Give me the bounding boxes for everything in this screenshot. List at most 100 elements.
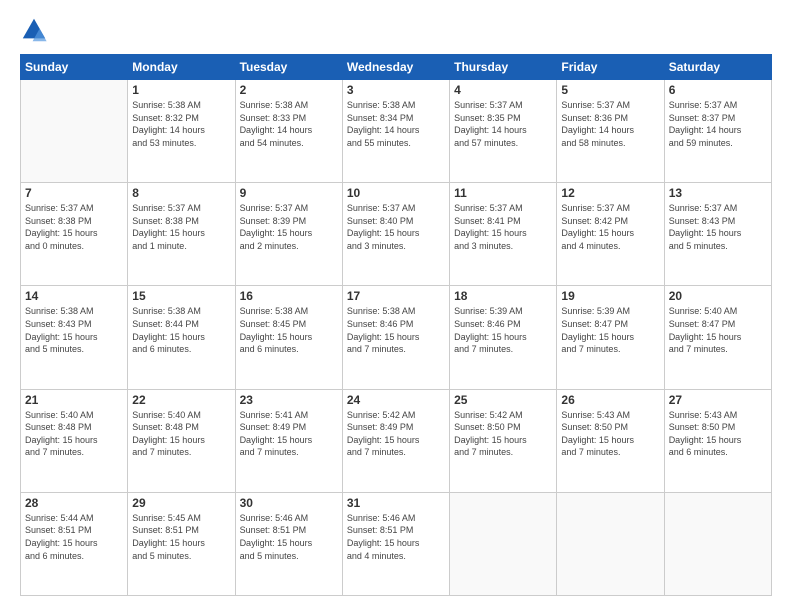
calendar-cell: 22 Sunrise: 5:40 AM Sunset: 8:48 PM Dayli… [128,389,235,492]
col-header-saturday: Saturday [664,55,771,80]
day-number: 16 [240,289,338,303]
calendar-cell: 19 Sunrise: 5:39 AM Sunset: 8:47 PM Dayli… [557,286,664,389]
day-number: 22 [132,393,230,407]
day-number: 11 [454,186,552,200]
day-info: Sunrise: 5:40 AM Sunset: 8:47 PM Dayligh… [669,305,767,355]
day-number: 29 [132,496,230,510]
day-number: 26 [561,393,659,407]
day-info: Sunrise: 5:38 AM Sunset: 8:44 PM Dayligh… [132,305,230,355]
day-info: Sunrise: 5:37 AM Sunset: 8:41 PM Dayligh… [454,202,552,252]
col-header-monday: Monday [128,55,235,80]
day-number: 30 [240,496,338,510]
day-number: 13 [669,186,767,200]
calendar-cell: 23 Sunrise: 5:41 AM Sunset: 8:49 PM Dayli… [235,389,342,492]
day-info: Sunrise: 5:42 AM Sunset: 8:49 PM Dayligh… [347,409,445,459]
day-info: Sunrise: 5:41 AM Sunset: 8:49 PM Dayligh… [240,409,338,459]
header [20,16,772,44]
logo [20,16,52,44]
calendar-week-2: 7 Sunrise: 5:37 AM Sunset: 8:38 PM Daylig… [21,183,772,286]
calendar-cell: 10Sunrise: 5:37 AM Sunset: 8:40 PM Dayli… [342,183,449,286]
day-number: 6 [669,83,767,97]
logo-icon [20,16,48,44]
day-number: 5 [561,83,659,97]
day-number: 7 [25,186,123,200]
day-number: 28 [25,496,123,510]
day-number: 24 [347,393,445,407]
day-info: Sunrise: 5:38 AM Sunset: 8:43 PM Dayligh… [25,305,123,355]
day-info: Sunrise: 5:38 AM Sunset: 8:45 PM Dayligh… [240,305,338,355]
day-number: 1 [132,83,230,97]
day-info: Sunrise: 5:37 AM Sunset: 8:36 PM Dayligh… [561,99,659,149]
calendar-cell: 5 Sunrise: 5:37 AM Sunset: 8:36 PM Daylig… [557,80,664,183]
col-header-friday: Friday [557,55,664,80]
calendar-week-5: 28 Sunrise: 5:44 AM Sunset: 8:51 PM Dayli… [21,492,772,595]
calendar-cell: 1 Sunrise: 5:38 AM Sunset: 8:32 PM Daylig… [128,80,235,183]
day-number: 21 [25,393,123,407]
calendar-cell: 8 Sunrise: 5:37 AM Sunset: 8:38 PM Daylig… [128,183,235,286]
calendar-cell: 20 Sunrise: 5:40 AM Sunset: 8:47 PM Dayli… [664,286,771,389]
day-number: 12 [561,186,659,200]
calendar-cell: 28 Sunrise: 5:44 AM Sunset: 8:51 PM Dayli… [21,492,128,595]
page: SundayMondayTuesdayWednesdayThursdayFrid… [0,0,792,612]
col-header-thursday: Thursday [450,55,557,80]
day-info: Sunrise: 5:46 AM Sunset: 8:51 PM Dayligh… [240,512,338,562]
day-info: Sunrise: 5:37 AM Sunset: 8:35 PM Dayligh… [454,99,552,149]
calendar-cell: 26Sunrise: 5:43 AM Sunset: 8:50 PM Dayli… [557,389,664,492]
day-info: Sunrise: 5:42 AM Sunset: 8:50 PM Dayligh… [454,409,552,459]
calendar-cell [557,492,664,595]
calendar-cell: 31 Sunrise: 5:46 AM Sunset: 8:51 PM Dayli… [342,492,449,595]
calendar-week-4: 21 Sunrise: 5:40 AM Sunset: 8:48 PM Dayli… [21,389,772,492]
day-number: 25 [454,393,552,407]
day-number: 3 [347,83,445,97]
day-info: Sunrise: 5:37 AM Sunset: 8:43 PM Dayligh… [669,202,767,252]
calendar-cell: 12 Sunrise: 5:37 AM Sunset: 8:42 PM Dayli… [557,183,664,286]
calendar-cell: 14Sunrise: 5:38 AM Sunset: 8:43 PM Dayli… [21,286,128,389]
calendar-cell [450,492,557,595]
day-number: 20 [669,289,767,303]
calendar-cell: 27 Sunrise: 5:43 AM Sunset: 8:50 PM Dayli… [664,389,771,492]
day-info: Sunrise: 5:38 AM Sunset: 8:46 PM Dayligh… [347,305,445,355]
day-info: Sunrise: 5:38 AM Sunset: 8:33 PM Dayligh… [240,99,338,149]
day-info: Sunrise: 5:46 AM Sunset: 8:51 PM Dayligh… [347,512,445,562]
calendar-cell: 18Sunrise: 5:39 AM Sunset: 8:46 PM Dayli… [450,286,557,389]
col-header-wednesday: Wednesday [342,55,449,80]
calendar-cell: 3 Sunrise: 5:38 AM Sunset: 8:34 PM Daylig… [342,80,449,183]
day-number: 17 [347,289,445,303]
calendar-cell [21,80,128,183]
calendar-cell: 9 Sunrise: 5:37 AM Sunset: 8:39 PM Daylig… [235,183,342,286]
day-info: Sunrise: 5:39 AM Sunset: 8:47 PM Dayligh… [561,305,659,355]
day-info: Sunrise: 5:40 AM Sunset: 8:48 PM Dayligh… [25,409,123,459]
calendar-cell: 11 Sunrise: 5:37 AM Sunset: 8:41 PM Dayli… [450,183,557,286]
calendar-cell: 7Sunrise: 5:37 AM Sunset: 8:38 PM Daylig… [21,183,128,286]
day-info: Sunrise: 5:37 AM Sunset: 8:38 PM Dayligh… [132,202,230,252]
day-info: Sunrise: 5:44 AM Sunset: 8:51 PM Dayligh… [25,512,123,562]
day-number: 15 [132,289,230,303]
day-info: Sunrise: 5:37 AM Sunset: 8:39 PM Dayligh… [240,202,338,252]
calendar-cell: 2 Sunrise: 5:38 AM Sunset: 8:33 PM Daylig… [235,80,342,183]
day-number: 19 [561,289,659,303]
day-number: 9 [240,186,338,200]
calendar-cell: 25 Sunrise: 5:42 AM Sunset: 8:50 PM Dayli… [450,389,557,492]
calendar-week-1: 1 Sunrise: 5:38 AM Sunset: 8:32 PM Daylig… [21,80,772,183]
calendar-cell: 15 Sunrise: 5:38 AM Sunset: 8:44 PM Dayli… [128,286,235,389]
day-number: 2 [240,83,338,97]
day-info: Sunrise: 5:45 AM Sunset: 8:51 PM Dayligh… [132,512,230,562]
day-info: Sunrise: 5:40 AM Sunset: 8:48 PM Dayligh… [132,409,230,459]
day-info: Sunrise: 5:38 AM Sunset: 8:34 PM Dayligh… [347,99,445,149]
calendar-cell: 6Sunrise: 5:37 AM Sunset: 8:37 PM Daylig… [664,80,771,183]
day-number: 31 [347,496,445,510]
calendar-cell: 29 Sunrise: 5:45 AM Sunset: 8:51 PM Dayli… [128,492,235,595]
day-number: 27 [669,393,767,407]
col-header-sunday: Sunday [21,55,128,80]
day-info: Sunrise: 5:39 AM Sunset: 8:46 PM Dayligh… [454,305,552,355]
calendar-cell: 4Sunrise: 5:37 AM Sunset: 8:35 PM Daylig… [450,80,557,183]
day-number: 8 [132,186,230,200]
calendar-header-row: SundayMondayTuesdayWednesdayThursdayFrid… [21,55,772,80]
day-info: Sunrise: 5:37 AM Sunset: 8:42 PM Dayligh… [561,202,659,252]
day-info: Sunrise: 5:43 AM Sunset: 8:50 PM Dayligh… [669,409,767,459]
calendar-cell [664,492,771,595]
day-info: Sunrise: 5:38 AM Sunset: 8:32 PM Dayligh… [132,99,230,149]
calendar-cell: 21 Sunrise: 5:40 AM Sunset: 8:48 PM Dayli… [21,389,128,492]
day-info: Sunrise: 5:37 AM Sunset: 8:40 PM Dayligh… [347,202,445,252]
day-number: 23 [240,393,338,407]
